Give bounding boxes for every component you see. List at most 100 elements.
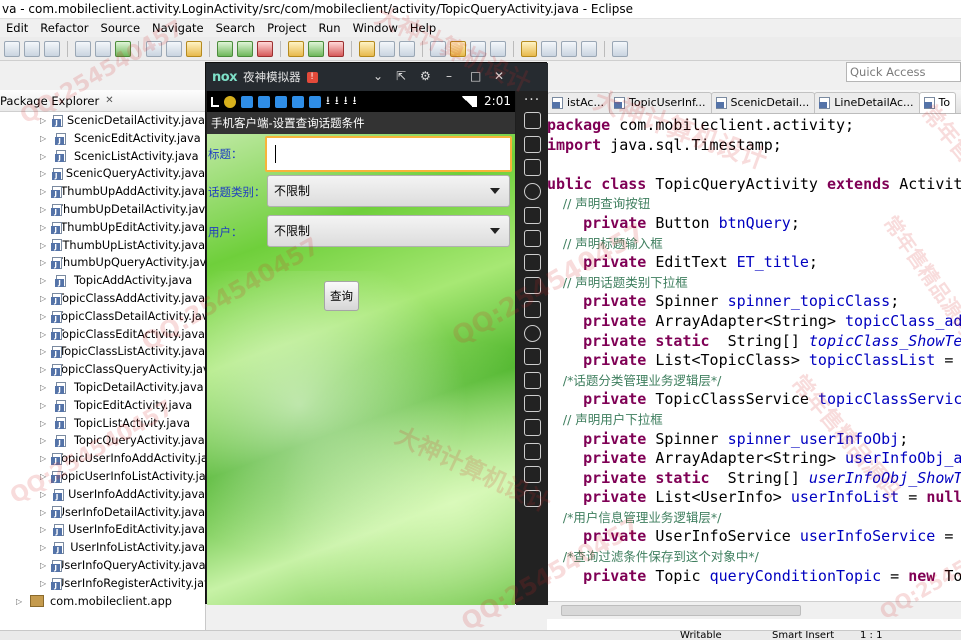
expand-icon[interactable]: ▷ bbox=[40, 308, 46, 326]
tree-item[interactable]: ▷ J ScenicQueryActivity.java bbox=[0, 165, 205, 183]
expand-icon[interactable]: ▷ bbox=[40, 237, 46, 255]
expand-icon[interactable]: ▷ bbox=[40, 415, 50, 433]
tree-item[interactable]: ▷ J ThumbUpDetailActivity.java bbox=[0, 201, 205, 219]
menu-search[interactable]: Search bbox=[210, 21, 262, 35]
loading-icon[interactable] bbox=[523, 324, 541, 342]
expand-icon[interactable]: ▷ bbox=[40, 201, 46, 219]
tree-package-node[interactable]: ▷ com.mobileclient.app bbox=[0, 593, 205, 611]
tree-item[interactable]: ▷ J ThumbUpAddActivity.java bbox=[0, 183, 205, 201]
scissors-icon[interactable] bbox=[523, 159, 541, 177]
keyboard-icon[interactable] bbox=[523, 112, 541, 130]
expand-icon[interactable]: ▷ bbox=[40, 468, 46, 486]
expand-icon[interactable]: ▷ bbox=[40, 130, 50, 148]
tree-item[interactable]: ▷ J TopicDetailActivity.java bbox=[0, 379, 205, 397]
tree-item[interactable]: ▷ J TopicEditActivity.java bbox=[0, 397, 205, 415]
fullscreen-icon[interactable] bbox=[523, 230, 541, 248]
chevron-down-icon[interactable]: ⌄ bbox=[373, 69, 383, 83]
more-icon[interactable]: ··· bbox=[524, 93, 540, 107]
tree-item[interactable]: ▷ J ScenicEditActivity.java bbox=[0, 130, 205, 148]
print-icon[interactable] bbox=[44, 40, 60, 57]
new-icon[interactable] bbox=[4, 40, 20, 57]
menu-run[interactable]: Run bbox=[313, 21, 347, 35]
next-annotation-icon[interactable] bbox=[521, 40, 537, 57]
expand-icon[interactable]: ▷ bbox=[40, 219, 46, 237]
search-icon[interactable] bbox=[399, 40, 415, 57]
menu-project[interactable]: Project bbox=[261, 21, 312, 35]
menu-source[interactable]: Source bbox=[95, 21, 147, 35]
back-icon[interactable] bbox=[523, 442, 541, 460]
gear-icon[interactable]: ⚙ bbox=[420, 69, 431, 83]
tree-item[interactable]: ▷ J ThumbUpListActivity.java bbox=[0, 237, 205, 255]
back-icon[interactable] bbox=[561, 40, 577, 57]
apk-icon[interactable] bbox=[523, 301, 541, 319]
highlight-icon[interactable] bbox=[450, 40, 466, 57]
expand-icon[interactable]: ▷ bbox=[40, 539, 48, 557]
expand-icon[interactable]: ▷ bbox=[40, 450, 46, 468]
import-icon[interactable] bbox=[75, 40, 91, 57]
user-spinner[interactable]: 不限制 bbox=[267, 215, 510, 247]
editor-tab[interactable]: TopicUserInf... bbox=[608, 92, 712, 113]
tree-item[interactable]: ▷ J ScenicListActivity.java bbox=[0, 148, 205, 166]
server-icon[interactable] bbox=[146, 40, 162, 57]
tree-item[interactable]: ▷ J ThumbUpQueryActivity.java bbox=[0, 254, 205, 272]
expand-icon[interactable]: ▷ bbox=[40, 432, 50, 450]
expand-icon[interactable]: ▷ bbox=[40, 112, 47, 130]
expand-icon[interactable]: ▷ bbox=[40, 397, 50, 415]
tree-item[interactable]: ▷ J TopicAddActivity.java bbox=[0, 272, 205, 290]
maximize-icon[interactable]: □ bbox=[470, 69, 481, 83]
run-icon[interactable] bbox=[237, 40, 253, 57]
volume-up-icon[interactable] bbox=[523, 253, 541, 271]
menu-icon[interactable] bbox=[523, 419, 541, 437]
tree-item[interactable]: ▷ J TopicClassAddActivity.java bbox=[0, 290, 205, 308]
toggle-mark-icon[interactable] bbox=[430, 40, 446, 57]
screen-icon[interactable] bbox=[523, 206, 541, 224]
expand-icon[interactable]: ▷ bbox=[40, 521, 48, 539]
expand-icon[interactable]: ▷ bbox=[40, 254, 46, 272]
menu-window[interactable]: Window bbox=[347, 21, 404, 35]
volume-down-icon[interactable] bbox=[523, 277, 541, 295]
new-java-class-icon[interactable] bbox=[288, 40, 304, 57]
editor-tab[interactable]: istAc... bbox=[547, 92, 610, 113]
close-icon[interactable]: ✕ bbox=[105, 95, 113, 106]
record-icon[interactable] bbox=[523, 371, 541, 389]
tree-item[interactable]: ▷ J UserInfoEditActivity.java bbox=[0, 521, 205, 539]
expand-icon[interactable]: ▷ bbox=[40, 148, 50, 166]
editor-tab[interactable]: To bbox=[918, 92, 957, 113]
expand-icon[interactable]: ▷ bbox=[40, 326, 46, 344]
android-icon[interactable] bbox=[523, 135, 541, 153]
location-icon[interactable] bbox=[523, 183, 541, 201]
menu-refactor[interactable]: Refactor bbox=[34, 21, 94, 35]
package-icon[interactable] bbox=[186, 40, 202, 57]
query-button[interactable]: 查询 bbox=[324, 281, 359, 311]
debug-icon[interactable] bbox=[217, 40, 233, 57]
tree-item[interactable]: ▷ J UserInfoDetailActivity.java bbox=[0, 504, 205, 522]
title-input[interactable] bbox=[265, 136, 512, 172]
code-area[interactable]: package com.mobileclient.activity; import… bbox=[547, 116, 961, 586]
open-folder-icon[interactable] bbox=[359, 40, 375, 57]
expand-icon[interactable]: ▷ bbox=[40, 379, 50, 397]
tree-item[interactable]: ▷ J UserInfoAddActivity.java bbox=[0, 486, 205, 504]
tool-icon[interactable] bbox=[166, 40, 182, 57]
open-type-icon[interactable] bbox=[379, 40, 395, 57]
expand-icon[interactable]: ▷ bbox=[40, 272, 50, 290]
quick-access-field[interactable]: Quick Access bbox=[846, 62, 961, 82]
expand-icon[interactable]: ▷ bbox=[40, 575, 46, 593]
home-icon[interactable] bbox=[523, 466, 541, 484]
tree-item[interactable]: ▷ J TopicClassDetailActivity.java bbox=[0, 308, 205, 326]
tree-item[interactable]: ▷ J TopicClassEditActivity.java bbox=[0, 326, 205, 344]
editor-tab[interactable]: LineDetailAc... bbox=[814, 92, 920, 113]
recent-apps-icon[interactable] bbox=[523, 489, 541, 507]
expand-icon[interactable]: ▷ bbox=[40, 504, 46, 522]
new-web-service-icon[interactable] bbox=[328, 40, 344, 57]
editor-tab[interactable]: ScenicDetail... bbox=[710, 92, 816, 113]
new-package-icon[interactable] bbox=[308, 40, 324, 57]
tree-item[interactable]: ▷ J TopicUserInfoAddActivity.java bbox=[0, 450, 205, 468]
expand-icon[interactable]: ▷ bbox=[40, 486, 48, 504]
save-icon[interactable] bbox=[24, 40, 40, 57]
expand-icon[interactable]: ▷ bbox=[40, 165, 47, 183]
package-explorer-tab[interactable]: Package Explorer ✕ bbox=[0, 90, 205, 112]
tree-item[interactable]: ▷ J ThumbUpEditActivity.java bbox=[0, 219, 205, 237]
prev-annotation-icon[interactable] bbox=[541, 40, 557, 57]
expand-icon[interactable]: ▷ bbox=[40, 183, 46, 201]
multi-instance-icon[interactable] bbox=[523, 395, 541, 413]
